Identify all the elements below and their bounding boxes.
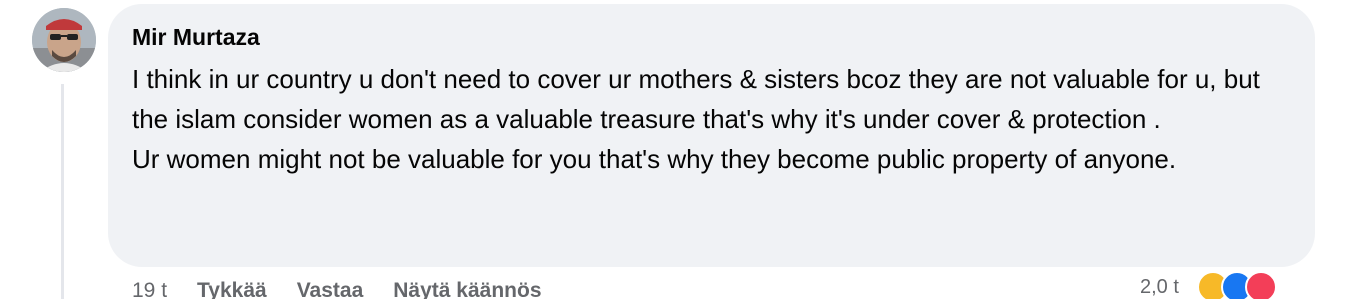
- reactions[interactable]: 2,0 t: [1140, 271, 1277, 299]
- comment-actions: 19 t Tykkää Vastaa Näytä käännös: [132, 279, 542, 299]
- comment: Mir Murtaza I think in ur country u don'…: [0, 0, 1359, 299]
- avatar[interactable]: [32, 8, 96, 72]
- reply-button[interactable]: Vastaa: [297, 279, 364, 299]
- love-icon: [1244, 271, 1277, 299]
- comment-author[interactable]: Mir Murtaza: [132, 23, 1291, 51]
- reaction-count[interactable]: 2,0 t: [1140, 276, 1179, 299]
- avatar-photo: [32, 8, 96, 72]
- see-translation-button[interactable]: Näytä käännös: [393, 279, 541, 299]
- comment-time[interactable]: 19 t: [132, 279, 167, 299]
- like-button[interactable]: Tykkää: [197, 279, 267, 299]
- comment-text: I think in ur country u don't need to co…: [132, 64, 1260, 174]
- thread-line: [61, 84, 64, 299]
- comment-bubble: Mir Murtaza I think in ur country u don'…: [108, 4, 1315, 267]
